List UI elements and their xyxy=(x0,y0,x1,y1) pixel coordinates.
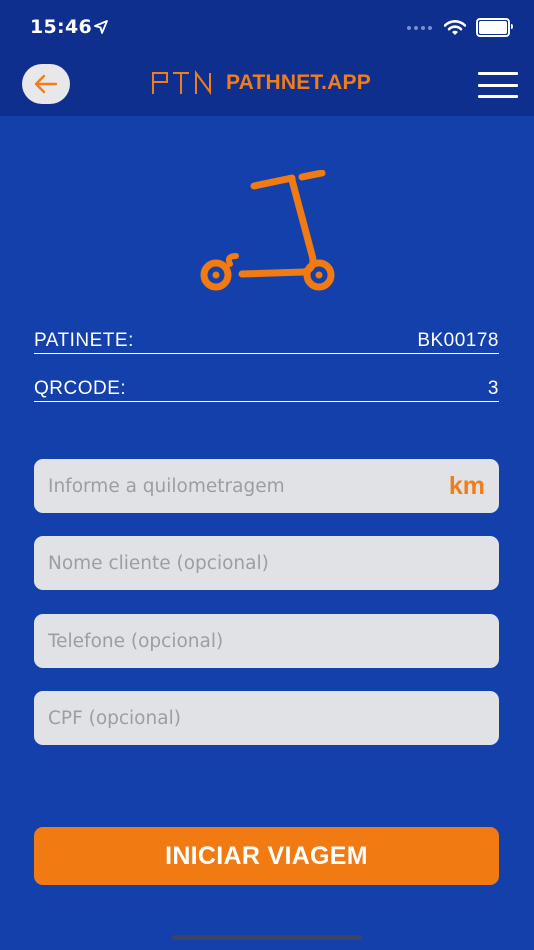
top-bar: 15:46 PATHNET.APP xyxy=(0,0,534,116)
scooter-info-row: PATINETE: BK00178 xyxy=(34,326,499,354)
mileage-placeholder: Informe a quilometragem xyxy=(48,475,285,497)
cpf-placeholder: CPF (opcional) xyxy=(48,707,181,729)
qrcode-value: 3 xyxy=(487,378,499,399)
phone-placeholder: Telefone (opcional) xyxy=(48,630,224,652)
mileage-unit: km xyxy=(448,471,485,500)
home-indicator[interactable] xyxy=(172,935,362,940)
customer-name-placeholder: Nome cliente (opcional) xyxy=(48,552,269,574)
cpf-input[interactable]: CPF (opcional) xyxy=(34,691,499,745)
cellular-signal-icon xyxy=(407,25,432,30)
brand: PATHNET.APP xyxy=(152,70,371,96)
arrow-left-icon xyxy=(34,74,58,94)
phone-input[interactable]: Telefone (opcional) xyxy=(34,614,499,668)
mileage-input[interactable]: Informe a quilometragem km xyxy=(34,459,499,513)
start-trip-button[interactable]: INICIAR VIAGEM xyxy=(34,827,499,885)
hamburger-icon xyxy=(478,72,518,75)
brand-logo xyxy=(152,70,211,96)
battery-icon xyxy=(476,18,513,37)
scooter-icon xyxy=(200,170,335,291)
menu-button[interactable] xyxy=(478,72,518,98)
scooter-value: BK00178 xyxy=(417,330,499,351)
qrcode-info-row: QRCODE: 3 xyxy=(34,374,499,402)
status-indicators xyxy=(407,18,513,37)
location-arrow-icon xyxy=(94,20,108,34)
customer-name-input[interactable]: Nome cliente (opcional) xyxy=(34,536,499,590)
qrcode-label: QRCODE: xyxy=(34,378,127,399)
scooter-label: PATINETE: xyxy=(34,330,134,351)
status-time: 15:46 xyxy=(30,16,92,38)
brand-name: PATHNET.APP xyxy=(226,71,371,94)
back-button[interactable] xyxy=(22,64,70,104)
wifi-icon xyxy=(444,19,466,35)
